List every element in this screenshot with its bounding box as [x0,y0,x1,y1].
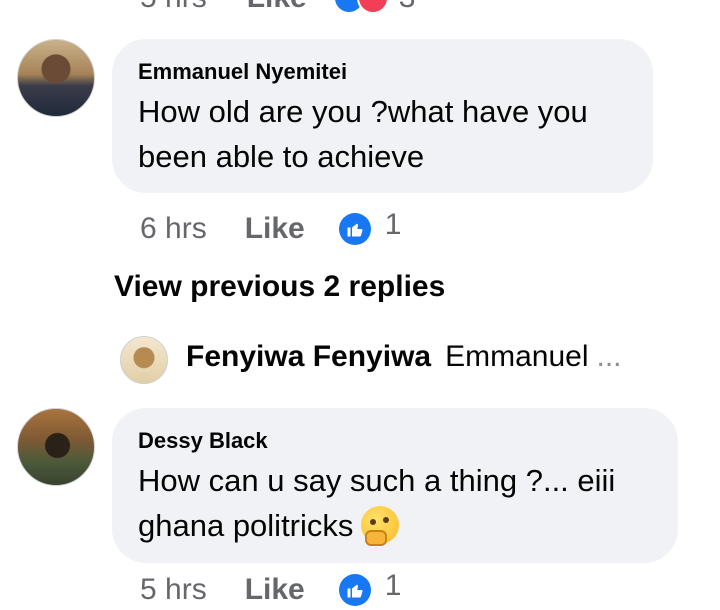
reply-author[interactable]: Fenyiwa Fenyiwa [186,340,431,374]
comment-time[interactable]: 6 hrs [140,212,207,246]
thumbs-up-icon[interactable] [338,574,371,606]
reaction-count: 1 [384,569,402,602]
like-button[interactable]: Like [245,573,305,607]
comment-actions: 5 hrs Like 1 [140,569,402,610]
prev-comment-actions: 5 hrs Like 3 [140,0,415,14]
comment-time[interactable]: 5 hrs [140,573,207,607]
comment-text: How old are you ?what have you been able… [138,94,588,174]
avatar[interactable] [17,39,95,117]
thinking-face-icon [361,505,400,546]
reply-preview[interactable]: Fenyiwa Fenyiwa Emmanuel ... [186,340,666,374]
reaction-icons[interactable] [332,0,389,14]
reply-text: Emmanuel [445,340,589,373]
reaction-count: 1 [384,208,402,241]
love-reaction-icon [356,0,389,14]
comment-time: 5 hrs [140,0,207,15]
like-button[interactable]: Like [245,212,305,246]
thumbs-up-icon[interactable] [338,213,371,245]
comment-author[interactable]: Emmanuel Nyemitei [138,59,627,85]
comment-text-wrap: How can u say such a thing ?... eiii gha… [138,458,652,548]
comment-bubble: Emmanuel Nyemitei How old are you ?what … [112,39,653,193]
view-previous-replies-link[interactable]: View previous 2 replies [114,270,445,304]
avatar[interactable] [120,336,168,384]
comment-bubble: Dessy Black How can u say such a thing ?… [112,408,678,563]
comment-actions: 6 hrs Like 1 [140,208,402,249]
like-button[interactable]: Like [247,0,307,15]
comment-author[interactable]: Dessy Black [138,428,652,454]
ellipsis: ... [596,340,622,373]
reaction-count: 3 [399,0,416,15]
avatar[interactable] [17,408,95,486]
